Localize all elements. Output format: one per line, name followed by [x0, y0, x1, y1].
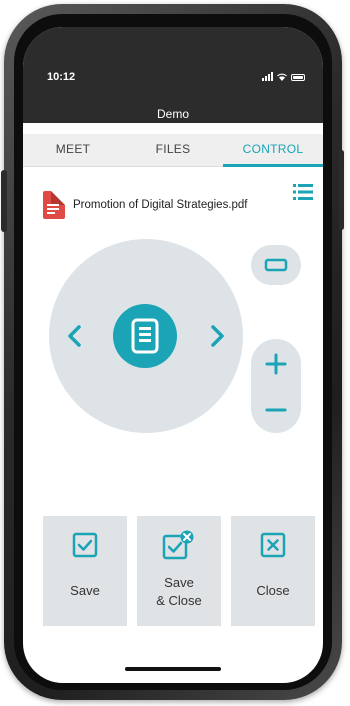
pdf-file-icon: [43, 191, 65, 219]
save-close-label: Save & Close: [156, 575, 202, 608]
checkbox-close-icon: [162, 530, 194, 560]
navigation-pad: [49, 239, 243, 433]
tab-meet[interactable]: MEET: [23, 134, 123, 166]
signal-icon: [262, 72, 273, 81]
chevron-right-icon[interactable]: [207, 324, 227, 348]
zoom-out-button[interactable]: [251, 387, 301, 433]
close-label: Close: [256, 583, 290, 598]
status-time: 10:12: [47, 71, 76, 83]
current-file: Promotion of Digital Strategies.pdf: [43, 191, 248, 219]
save-button[interactable]: Save: [43, 516, 127, 626]
file-name: Promotion of Digital Strategies.pdf: [73, 199, 248, 211]
list-icon[interactable]: [293, 183, 313, 201]
home-indicator[interactable]: [125, 667, 221, 671]
zoom-control: [251, 339, 301, 433]
save-label: Save: [70, 583, 100, 598]
document-view-button[interactable]: [113, 304, 177, 368]
save-close-button[interactable]: Save & Close: [137, 516, 221, 626]
power-button: [339, 150, 344, 230]
fit-screen-button[interactable]: [251, 245, 301, 285]
fit-screen-icon: [264, 258, 288, 272]
status-icons: [262, 72, 305, 81]
phone-screen: 10:12 Demo MEET FILES CONTROL Promotion …: [23, 27, 323, 683]
action-buttons: Save Save & Close Close: [43, 516, 315, 626]
tab-bar: MEET FILES CONTROL: [23, 134, 323, 167]
close-box-icon: [260, 532, 286, 558]
checkbox-icon: [72, 532, 98, 558]
chevron-left-icon[interactable]: [65, 324, 85, 348]
document-icon: [131, 318, 159, 354]
tab-control[interactable]: CONTROL: [223, 134, 323, 167]
plus-icon: [265, 353, 287, 375]
battery-icon: [291, 74, 305, 81]
volume-button: [1, 170, 7, 232]
minus-icon: [265, 408, 287, 412]
status-bar: 10:12 Demo: [23, 27, 323, 123]
wifi-icon: [277, 73, 287, 81]
zoom-in-button[interactable]: [251, 341, 301, 387]
app-title: Demo: [156, 107, 189, 121]
close-button[interactable]: Close: [231, 516, 315, 626]
tab-files[interactable]: FILES: [123, 134, 223, 166]
